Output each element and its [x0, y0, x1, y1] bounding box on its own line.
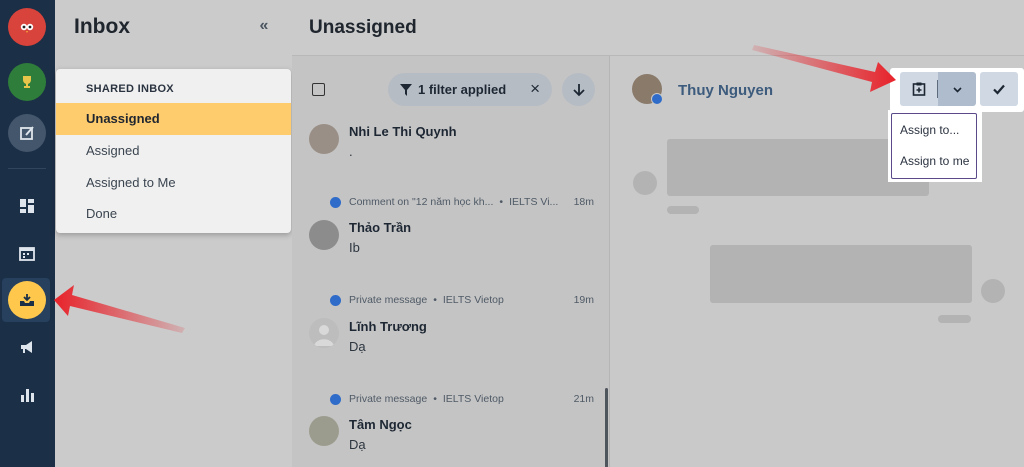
contact-name: Lĩnh Trương — [349, 319, 427, 334]
collapse-sidebar-icon[interactable]: « — [252, 14, 276, 38]
timestamp: 18m — [573, 196, 594, 208]
contact-name: Thảo Trần — [349, 220, 412, 235]
avatar — [309, 416, 339, 446]
message-bubble-placeholder — [710, 245, 972, 303]
calendar-icon[interactable] — [8, 234, 46, 272]
trophy-icon[interactable] — [8, 63, 46, 101]
message-preview: Dạ — [349, 339, 366, 354]
menu-item-assigned-to-me[interactable]: Assigned to Me — [56, 167, 291, 199]
conversation-meta: Private message • IELTS Vietop — [330, 294, 504, 306]
nav-rail — [0, 0, 55, 467]
sort-button[interactable] — [562, 73, 595, 106]
content-header: Unassigned — [292, 0, 1024, 56]
meta-source: IELTS Vi... — [509, 196, 559, 208]
contact-name: Tâm Ngọc — [349, 417, 412, 432]
meta-source: IELTS Vietop — [442, 294, 504, 306]
megaphone-icon[interactable] — [8, 328, 46, 366]
filter-icon — [400, 83, 412, 96]
assign-menu: Assign to... Assign to me — [891, 113, 977, 179]
contact-name: Nhi Le Thi Quynh — [349, 124, 457, 139]
assign-to-me-option[interactable]: Assign to me — [900, 154, 969, 168]
assign-button[interactable] — [900, 72, 938, 106]
timestamp-placeholder — [938, 315, 971, 323]
compose-icon[interactable] — [8, 114, 46, 152]
assign-clipboard-icon — [912, 82, 926, 96]
message-preview: Dạ — [349, 437, 366, 452]
message-preview: Ib — [349, 240, 360, 255]
meta-type: Comment on "12 năm học kh... — [349, 196, 494, 208]
hootsuite-owl-logo[interactable] — [8, 8, 46, 46]
analytics-icon[interactable] — [8, 376, 46, 414]
meta-type: Private message — [349, 294, 428, 306]
meta-type: Private message — [349, 393, 428, 405]
conversation-meta: Private message • IELTS Vietop — [330, 393, 504, 405]
filter-chip[interactable]: 1 filter applied × — [388, 73, 552, 106]
inbox-icon[interactable] — [8, 281, 46, 319]
dashboard-icon[interactable] — [8, 187, 46, 225]
menu-item-done[interactable]: Done — [56, 198, 291, 230]
timestamp-placeholder — [667, 206, 699, 214]
list-scrollbar[interactable] — [605, 388, 608, 467]
assign-dropdown-toggle[interactable] — [938, 72, 976, 106]
assign-to-option[interactable]: Assign to... — [900, 123, 959, 137]
timestamp: 21m — [573, 393, 594, 405]
shared-inbox-menu: SHARED INBOX Unassigned Assigned Assigne… — [56, 69, 291, 233]
messenger-icon — [330, 196, 341, 208]
messenger-icon — [330, 294, 341, 306]
messenger-icon — [330, 393, 341, 405]
avatar — [309, 124, 339, 154]
sidebar-title: Inbox — [74, 15, 130, 38]
chevron-down-icon — [952, 86, 962, 93]
avatar-placeholder — [309, 318, 339, 348]
checkmark-icon — [993, 84, 1005, 95]
rail-divider — [8, 168, 46, 169]
resolve-button[interactable] — [980, 72, 1018, 106]
menu-heading: SHARED INBOX — [86, 83, 174, 95]
sender-avatar-placeholder — [633, 171, 657, 195]
message-preview: . — [349, 144, 353, 159]
sender-avatar-placeholder — [981, 279, 1005, 303]
contact-name-heading[interactable]: Thuy Nguyen — [678, 82, 773, 99]
menu-item-unassigned[interactable]: Unassigned — [56, 103, 291, 135]
page-title: Unassigned — [309, 17, 417, 38]
conversation-meta: Comment on "12 năm học kh... • IELTS Vi.… — [330, 196, 558, 208]
timestamp: 19m — [573, 294, 594, 306]
clear-filter-icon[interactable]: × — [530, 79, 540, 99]
filter-label: 1 filter applied — [418, 82, 507, 97]
messenger-badge-icon — [651, 93, 663, 105]
meta-source: IELTS Vietop — [442, 393, 504, 405]
conversation-list: 1 filter applied × Nhi Le Thi Quynh . Co… — [292, 56, 610, 467]
avatar — [309, 220, 339, 250]
arrow-down-icon — [572, 83, 585, 96]
menu-item-assigned[interactable]: Assigned — [56, 135, 291, 167]
select-all-checkbox[interactable] — [312, 83, 325, 96]
